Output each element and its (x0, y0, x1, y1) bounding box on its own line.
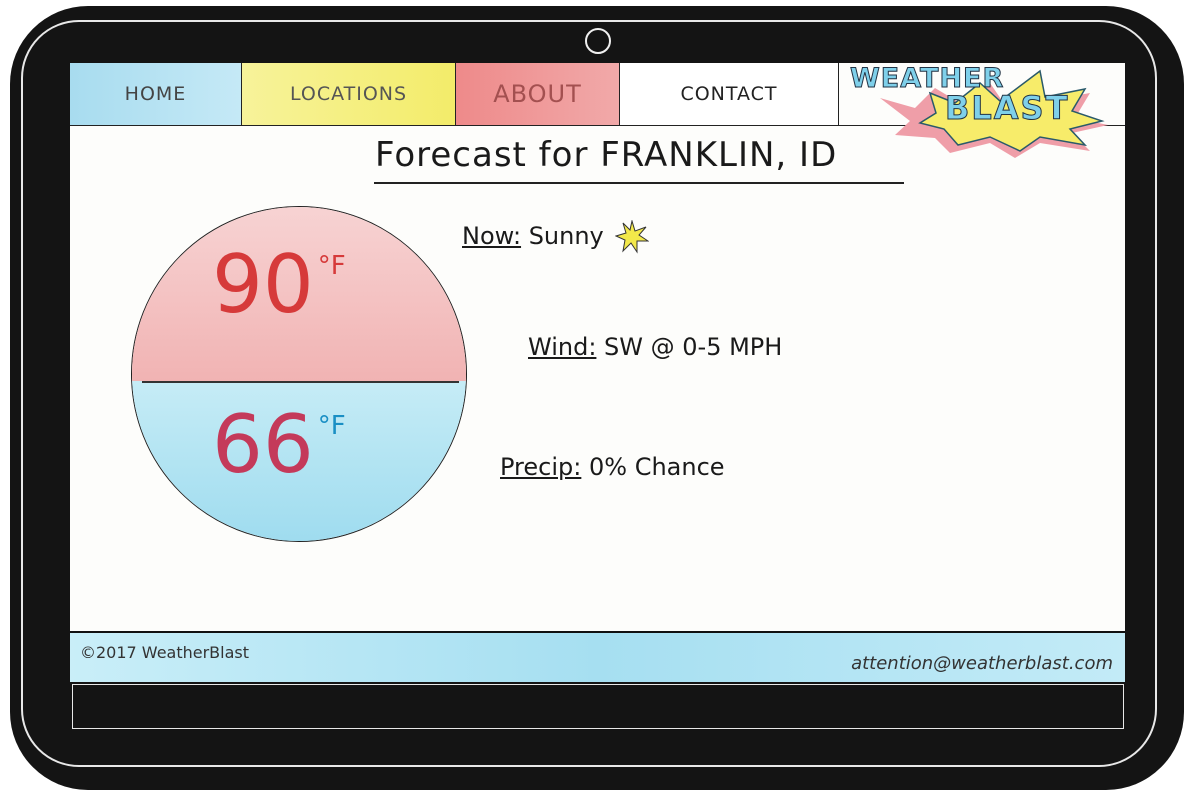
nav-item-about[interactable]: ABOUT (456, 63, 620, 125)
nav-item-locations[interactable]: LOCATIONS (242, 63, 456, 125)
copyright-text: ©2017 WeatherBlast (80, 643, 250, 662)
nav-item-home[interactable]: HOME (70, 63, 242, 125)
wind-row: Wind: SW @ 0-5 MPH (528, 333, 782, 361)
now-label: Now: (462, 222, 522, 250)
high-temp-unit: °F (317, 251, 346, 281)
wind-label: Wind: (528, 333, 597, 361)
camera-icon (585, 28, 611, 54)
logo-line2: BLAST (944, 89, 1070, 128)
temperature-circle: 90 °F 66 °F (131, 206, 467, 542)
high-temp: 90 °F (212, 245, 346, 325)
page-title: Forecast for FRANKLIN, ID (375, 135, 838, 175)
wind-value: SW @ 0-5 MPH (604, 333, 783, 361)
now-row: Now: Sunny (462, 220, 650, 254)
tablet-bottom-bar (72, 684, 1124, 729)
low-temp-unit: °F (317, 411, 346, 441)
contact-email-link[interactable]: attention@weatherblast.com (851, 653, 1113, 674)
now-value: Sunny (528, 222, 604, 250)
temp-divider (142, 380, 460, 383)
precip-label: Precip: (500, 453, 582, 481)
precip-value: 0% Chance (588, 453, 725, 481)
high-temp-value: 90 (212, 238, 314, 331)
low-temp: 66 °F (212, 405, 346, 485)
nav-item-contact[interactable]: CONTACT (620, 63, 839, 125)
sun-icon (615, 220, 650, 254)
screen: HOME LOCATIONS ABOUT CONTACT WEATHER BLA… (70, 63, 1125, 682)
title-underline (374, 182, 904, 184)
precip-row: Precip: 0% Chance (500, 453, 725, 481)
low-temp-value: 66 (212, 398, 314, 491)
footer: ©2017 WeatherBlast attention@weatherblas… (70, 631, 1125, 682)
